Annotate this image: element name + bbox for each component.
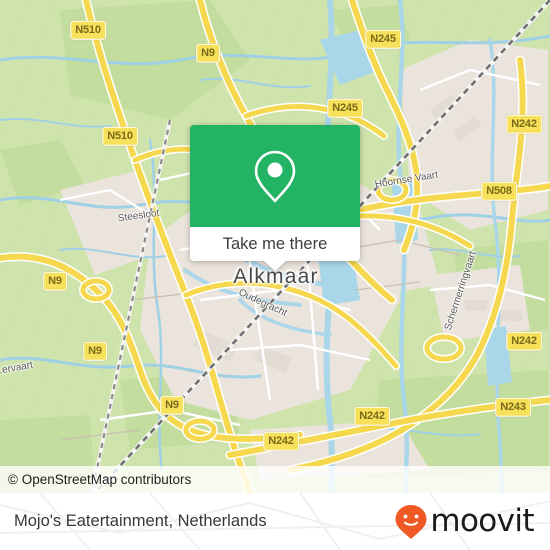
moovit-brand[interactable]: moovit: [394, 493, 535, 550]
road-shield-n242-southeast[interactable]: N242: [354, 406, 390, 426]
osm-attribution[interactable]: © OpenStreetMap contributors: [0, 466, 550, 493]
road-shield-n510-north[interactable]: N510: [70, 20, 106, 40]
place-title: Mojo's Eatertainment, Netherlands: [14, 512, 267, 530]
road-shield-n242-east[interactable]: N242: [506, 331, 542, 351]
road-shield-n9-southwest[interactable]: N9: [83, 341, 107, 361]
road-shield-n9-west[interactable]: N9: [43, 271, 67, 291]
map-canvas[interactable]: Hoornse Vaart Schermerringvaart Oudegrac…: [0, 0, 550, 493]
moovit-map-screenshot: Hoornse Vaart Schermerringvaart Oudegrac…: [0, 0, 550, 550]
road-shield-n243[interactable]: N243: [495, 397, 531, 417]
take-me-there-button[interactable]: Take me there: [190, 227, 360, 261]
road-shield-n510-west[interactable]: N510: [102, 126, 138, 146]
bottom-info-bar: Mojo's Eatertainment, Netherlands moovit: [0, 493, 550, 550]
road-shield-n242-south[interactable]: N242: [263, 431, 299, 451]
callout-pointer-tail: [264, 261, 286, 271]
road-shield-n242-northeast[interactable]: N242: [506, 114, 542, 134]
road-shield-n9-north[interactable]: N9: [196, 43, 220, 63]
road-shield-n9-south[interactable]: N9: [160, 395, 184, 415]
road-shield-n508[interactable]: N508: [481, 181, 517, 201]
road-shield-n245-mid[interactable]: N245: [327, 98, 363, 118]
moovit-pin-smiley-icon: [395, 504, 427, 539]
location-callout-card[interactable]: Take me there: [190, 125, 360, 271]
location-pin-icon: [254, 150, 296, 202]
moovit-wordmark: moovit: [430, 503, 534, 539]
road-shield-n245-north[interactable]: N245: [365, 29, 401, 49]
callout-image-area: [190, 125, 360, 227]
